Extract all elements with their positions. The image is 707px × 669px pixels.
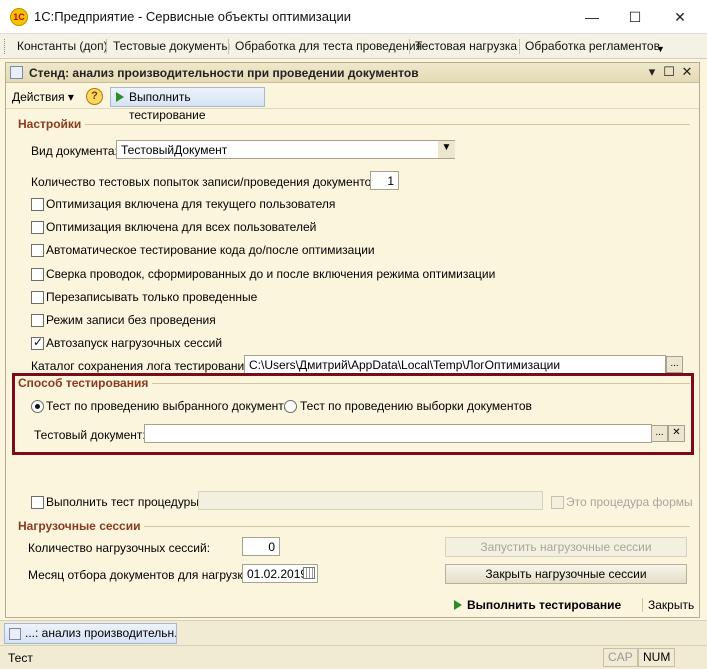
procedure-input[interactable] xyxy=(198,491,543,510)
doc-type-select[interactable]: ТестовыйДокумент xyxy=(116,140,455,159)
menu-item-test-documents[interactable]: Тестовые документы xyxy=(113,39,230,53)
play-icon xyxy=(454,600,462,610)
run-testing-footer-label: Выполнить тестирование xyxy=(467,598,622,612)
load-section-title: Нагрузочные сессии xyxy=(18,519,145,533)
form-maximize-button[interactable]: ☐ xyxy=(661,64,677,80)
entries-check-label: Сверка проводок, сформированных до и пос… xyxy=(46,267,496,281)
help-icon[interactable]: ? xyxy=(86,88,103,105)
month-label: Месяц отбора документов для нагрузки: xyxy=(28,568,253,582)
start-sessions-button[interactable]: Запустить нагрузочные сессии xyxy=(445,537,687,557)
title-bar: 1С 1С:Предприятие - Сервисные объекты оп… xyxy=(0,0,707,34)
menu-more-icon[interactable]: ▼ xyxy=(656,44,665,54)
month-input[interactable]: 01.02.2019 xyxy=(242,564,318,583)
chevron-down-icon[interactable]: ▼ xyxy=(438,141,455,158)
procedure-test-checkbox[interactable] xyxy=(31,496,44,509)
form-close-button[interactable]: ✕ xyxy=(679,64,695,80)
footer-separator xyxy=(642,598,643,612)
selected-doc-radio[interactable] xyxy=(31,400,44,413)
close-sessions-button[interactable]: Закрыть нагрузочные сессии xyxy=(445,564,687,584)
form-procedure-label: Это процедура формы xyxy=(566,495,693,509)
status-text: Тест xyxy=(8,651,33,665)
log-dir-input[interactable]: C:\Users\Дмитрий\AppData\Local\Temp\ЛогО… xyxy=(244,355,666,374)
sessions-count-label: Количество нагрузочных сессий: xyxy=(28,541,211,555)
autostart-sessions-label: Автозапуск нагрузочных сессий xyxy=(46,336,223,350)
procedure-test-label: Выполнить тест процедуры: xyxy=(46,495,203,509)
write-no-post-label: Режим записи без проведения xyxy=(46,313,216,327)
actions-menu[interactable]: Действия ▾ xyxy=(12,90,74,104)
opt-current-user-label: Оптимизация включена для текущего пользо… xyxy=(46,197,336,211)
calendar-icon[interactable] xyxy=(303,567,315,579)
menu-item-posting-test[interactable]: Обработка для теста проведения xyxy=(235,39,422,53)
run-testing-label: Выполнить тестирование xyxy=(129,90,206,122)
num-indicator: NUM xyxy=(638,648,676,667)
form-toolbar: Действия ▾ ? Выполнить тестирование xyxy=(6,85,699,122)
log-dir-label: Каталог сохранения лога тестирования: xyxy=(31,359,255,373)
write-no-post-checkbox[interactable] xyxy=(31,314,44,327)
close-button[interactable]: ✕ xyxy=(658,3,702,31)
auto-test-label: Автоматическое тестирование кода до/посл… xyxy=(46,243,375,257)
selected-doc-label: Тест по проведению выбранного документа xyxy=(46,399,291,413)
maximize-button[interactable]: ☐ xyxy=(613,3,657,31)
menu-item-constants[interactable]: Константы (доп) xyxy=(17,39,108,53)
menu-separator xyxy=(519,39,520,54)
opt-all-users-label: Оптимизация включена для всех пользовате… xyxy=(46,220,317,234)
play-icon xyxy=(116,92,124,102)
test-mode-section-title: Способ тестирования xyxy=(18,376,153,390)
form-window: Стенд: анализ производительности при про… xyxy=(5,62,700,618)
run-testing-button[interactable]: Выполнить тестирование xyxy=(454,598,622,612)
menu-separator xyxy=(106,39,107,54)
minimize-button[interactable]: — xyxy=(570,3,614,31)
log-dir-browse-button[interactable]: ... xyxy=(666,356,683,373)
month-value: 01.02.2019 xyxy=(247,567,308,581)
form-window-icon xyxy=(9,628,21,640)
rewrite-posted-label: Перезаписывать только проведенные xyxy=(46,290,258,304)
menu-item-test-load[interactable]: Тестовая нагрузка xyxy=(415,39,517,53)
doc-type-label: Вид документа: xyxy=(31,144,118,158)
taskbar-window-tab[interactable]: ...: анализ производительн... xyxy=(4,623,177,644)
menu-separator xyxy=(409,39,410,54)
taskbar-tab-label: ...: анализ производительн... xyxy=(25,626,177,640)
window-taskbar: ...: анализ производительн... xyxy=(0,620,707,645)
test-doc-input[interactable] xyxy=(144,424,652,443)
app-title: 1С:Предприятие - Сервисные объекты оптим… xyxy=(34,9,351,24)
opt-all-users-checkbox[interactable] xyxy=(31,221,44,234)
settings-section-title: Настройки xyxy=(18,117,86,131)
sessions-count-input[interactable]: 0 xyxy=(242,537,280,556)
form-header: Стенд: анализ производительности при про… xyxy=(6,63,699,83)
form-menu-button[interactable]: ▾ xyxy=(644,64,660,80)
rewrite-posted-checkbox[interactable] xyxy=(31,291,44,304)
toolbar-grip-icon xyxy=(4,39,7,54)
attempts-input[interactable]: 1 xyxy=(370,171,399,190)
doc-sample-radio[interactable] xyxy=(284,400,297,413)
opt-current-user-checkbox[interactable] xyxy=(31,198,44,211)
status-bar: Тест CAP NUM xyxy=(0,645,707,669)
test-doc-browse-button[interactable]: ... xyxy=(651,425,668,442)
menu-separator xyxy=(228,39,229,54)
entries-check-checkbox[interactable] xyxy=(31,268,44,281)
app-logo-icon: 1С xyxy=(10,8,28,26)
doc-sample-label: Тест по проведению выборки документов xyxy=(300,399,532,413)
clear-icon[interactable]: ✕ xyxy=(668,425,685,442)
form-procedure-checkbox[interactable] xyxy=(551,496,564,509)
caps-indicator: CAP xyxy=(603,648,638,667)
menu-bar: Константы (доп) Тестовые документы Обраб… xyxy=(0,34,707,59)
run-testing-toolbar-button[interactable]: Выполнить тестирование xyxy=(110,87,265,122)
close-form-button[interactable]: Закрыть xyxy=(648,598,694,612)
autostart-sessions-checkbox[interactable] xyxy=(31,335,44,350)
menu-item-regulations[interactable]: Обработка регламентов xyxy=(525,39,660,53)
test-doc-label: Тестовый документ: xyxy=(34,428,146,442)
section-divider xyxy=(18,124,690,125)
form-title: Стенд: анализ производительности при про… xyxy=(29,66,419,80)
attempts-label: Количество тестовых попыток записи/прове… xyxy=(31,175,382,189)
auto-test-checkbox[interactable] xyxy=(31,244,44,257)
form-icon xyxy=(10,66,23,79)
